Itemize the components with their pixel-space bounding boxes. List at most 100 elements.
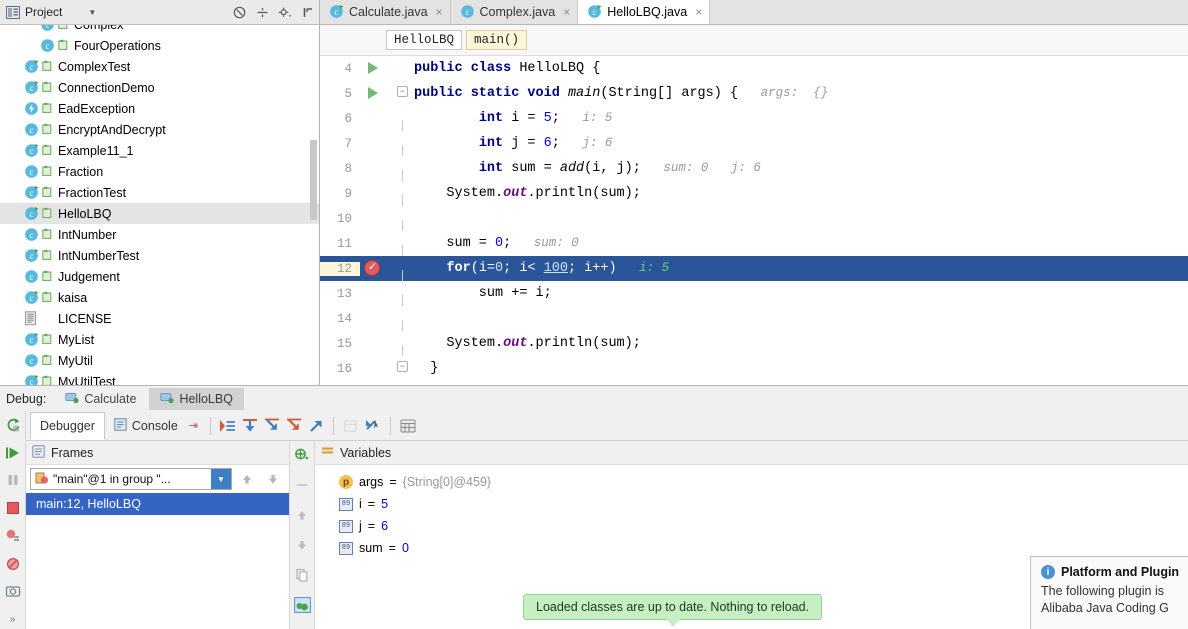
- frame-row[interactable]: main:12, HelloLBQ: [26, 493, 314, 515]
- tree-item-example11_1[interactable]: c Example11_1: [0, 140, 319, 161]
- code-fold-close-icon[interactable]: −: [397, 361, 408, 372]
- step-over-icon[interactable]: [239, 415, 261, 437]
- editor-tab-complex-java[interactable]: c Complex.java ×: [450, 0, 579, 24]
- code-line-11[interactable]: 11 sum = 0; sum: 0: [320, 231, 1188, 256]
- variable-row-j[interactable]: 89 j = 6: [315, 515, 1188, 537]
- code-line-6[interactable]: 6 int i = 5; i: 5: [320, 106, 1188, 131]
- editor-gutter[interactable]: [360, 256, 396, 281]
- tree-item-eadexception[interactable]: EadException: [0, 98, 319, 119]
- debug-session-tab-hellolbq[interactable]: HelloLBQ: [149, 387, 244, 410]
- pause-program-icon[interactable]: [3, 471, 23, 491]
- code-line-16[interactable]: 16 − }: [320, 356, 1188, 381]
- code-line-14[interactable]: 14: [320, 306, 1188, 331]
- notification-popup[interactable]: i Platform and Plugin The following plug…: [1030, 556, 1188, 629]
- evaluate-expression-icon[interactable]: [397, 415, 419, 437]
- close-icon[interactable]: ×: [695, 5, 702, 19]
- run-gutter-icon[interactable]: [368, 62, 378, 74]
- add-watch-icon[interactable]: [292, 445, 312, 465]
- editor-gutter[interactable]: [360, 356, 396, 381]
- tree-item-intnumber[interactable]: c IntNumber: [0, 224, 319, 245]
- tree-item-connectiondemo[interactable]: c ConnectionDemo: [0, 77, 319, 98]
- variable-row-i[interactable]: 89 i = 5: [315, 493, 1188, 515]
- fold-column[interactable]: [396, 131, 408, 156]
- close-icon[interactable]: ×: [563, 5, 570, 19]
- fold-column[interactable]: −: [396, 81, 408, 106]
- project-tree-scrollbar[interactable]: [310, 140, 317, 220]
- editor-gutter[interactable]: [360, 206, 396, 231]
- fold-column[interactable]: [396, 156, 408, 181]
- variable-row-args[interactable]: p args = {String[0]@459}: [315, 471, 1188, 493]
- fold-column[interactable]: [396, 281, 408, 306]
- tree-item-fraction[interactable]: c Fraction: [0, 161, 319, 182]
- move-watch-down-icon[interactable]: [292, 535, 312, 555]
- fold-column[interactable]: −: [396, 356, 408, 381]
- editor-gutter[interactable]: [360, 81, 396, 106]
- fold-column[interactable]: [396, 106, 408, 131]
- editor-tab-hellolbq-java[interactable]: c HelloLBQ.java ×: [578, 0, 711, 24]
- tree-item-fouroperations[interactable]: c FourOperations: [0, 35, 319, 56]
- tree-item-license[interactable]: LICENSE: [0, 308, 319, 329]
- show-execution-point-icon[interactable]: [217, 415, 239, 437]
- fold-column[interactable]: [396, 306, 408, 331]
- debug-view-tab-debugger[interactable]: Debugger: [30, 411, 105, 440]
- remove-watch-icon[interactable]: [292, 475, 312, 495]
- debug-view-tab-console[interactable]: Console: [105, 412, 187, 440]
- scroll-from-source-icon[interactable]: [255, 6, 269, 20]
- frames-down-icon[interactable]: [262, 468, 284, 490]
- chevron-down-icon[interactable]: ▼: [88, 8, 96, 17]
- fold-column[interactable]: [396, 256, 408, 281]
- code-line-10[interactable]: 10: [320, 206, 1188, 231]
- code-line-12[interactable]: 12 for(i=0; i< 100; i++) i: 5: [320, 256, 1188, 281]
- editor-gutter[interactable]: [360, 181, 396, 206]
- editor-gutter[interactable]: [360, 156, 396, 181]
- code-line-8[interactable]: 8 int sum = add(i, j); sum: 0 j: 6: [320, 156, 1188, 181]
- collapse-all-icon[interactable]: [232, 6, 246, 20]
- frames-list[interactable]: main:12, HelloLBQ: [26, 493, 314, 515]
- inspect-icon[interactable]: [292, 595, 312, 615]
- code-line-15[interactable]: 15 System.out.println(sum);: [320, 331, 1188, 356]
- code-fold-open-icon[interactable]: −: [397, 86, 408, 97]
- editor-tab-calculate-java[interactable]: c Calculate.java ×: [320, 0, 451, 24]
- editor-gutter[interactable]: [360, 131, 396, 156]
- tree-item-hellolbq[interactable]: c HelloLBQ: [0, 203, 319, 224]
- tree-item-myutiltest[interactable]: c MyUtilTest: [0, 371, 319, 385]
- settings-gear-icon[interactable]: [278, 6, 292, 20]
- variables-list[interactable]: p args = {String[0]@459} 89 i = 5 89 j = 6 89 sum = 0: [315, 465, 1188, 559]
- fold-column[interactable]: [396, 206, 408, 231]
- tree-item-mylist[interactable]: c MyList: [0, 329, 319, 350]
- tree-item-encryptanddecrypt[interactable]: c EncryptAndDecrypt: [0, 119, 319, 140]
- close-icon[interactable]: ×: [436, 5, 443, 19]
- chevron-down-icon[interactable]: ▼: [211, 469, 231, 489]
- tree-item-myutil[interactable]: c MyUtil: [0, 350, 319, 371]
- run-gutter-icon[interactable]: [368, 87, 378, 99]
- copy-value-icon[interactable]: [292, 565, 312, 585]
- fold-column[interactable]: [396, 331, 408, 356]
- code-line-7[interactable]: 7 int j = 6; j: 6: [320, 131, 1188, 156]
- hide-panel-icon[interactable]: [301, 6, 315, 20]
- editor-gutter[interactable]: [360, 56, 396, 81]
- editor-gutter[interactable]: [360, 306, 396, 331]
- resume-program-icon[interactable]: [3, 443, 23, 463]
- tree-item-intnumbertest[interactable]: c IntNumberTest: [0, 245, 319, 266]
- expand-more-icon[interactable]: »: [3, 609, 23, 629]
- debug-session-tab-calculate[interactable]: Calculate: [54, 388, 147, 410]
- editor-gutter[interactable]: [360, 281, 396, 306]
- tree-item-judgement[interactable]: c Judgement: [0, 266, 319, 287]
- tree-item-complextest[interactable]: c ComplexTest: [0, 56, 319, 77]
- code-line-4[interactable]: 4 public class HelloLBQ {: [320, 56, 1188, 81]
- editor-gutter[interactable]: [360, 106, 396, 131]
- code-line-9[interactable]: 9 System.out.println(sum);: [320, 181, 1188, 206]
- tree-item-complex[interactable]: c Complex: [0, 25, 319, 35]
- breakpoint-icon[interactable]: [364, 260, 380, 276]
- force-step-into-icon[interactable]: [283, 415, 305, 437]
- code-editor[interactable]: 4 public class HelloLBQ {5− public static …: [320, 56, 1188, 385]
- project-tree[interactable]: c Complex c FourOperations c ComplexTest…: [0, 25, 319, 385]
- code-line-5[interactable]: 5 − public static void main(String[] args)…: [320, 81, 1188, 106]
- fold-column[interactable]: [396, 231, 408, 256]
- stop-program-icon[interactable]: [3, 498, 23, 518]
- view-breakpoints-icon[interactable]: [3, 526, 23, 546]
- run-to-cursor-icon[interactable]: [362, 415, 384, 437]
- breadcrumb-item-main[interactable]: main(): [466, 30, 528, 50]
- pin-tab-icon[interactable]: ⇥: [189, 419, 198, 432]
- move-watch-up-icon[interactable]: [292, 505, 312, 525]
